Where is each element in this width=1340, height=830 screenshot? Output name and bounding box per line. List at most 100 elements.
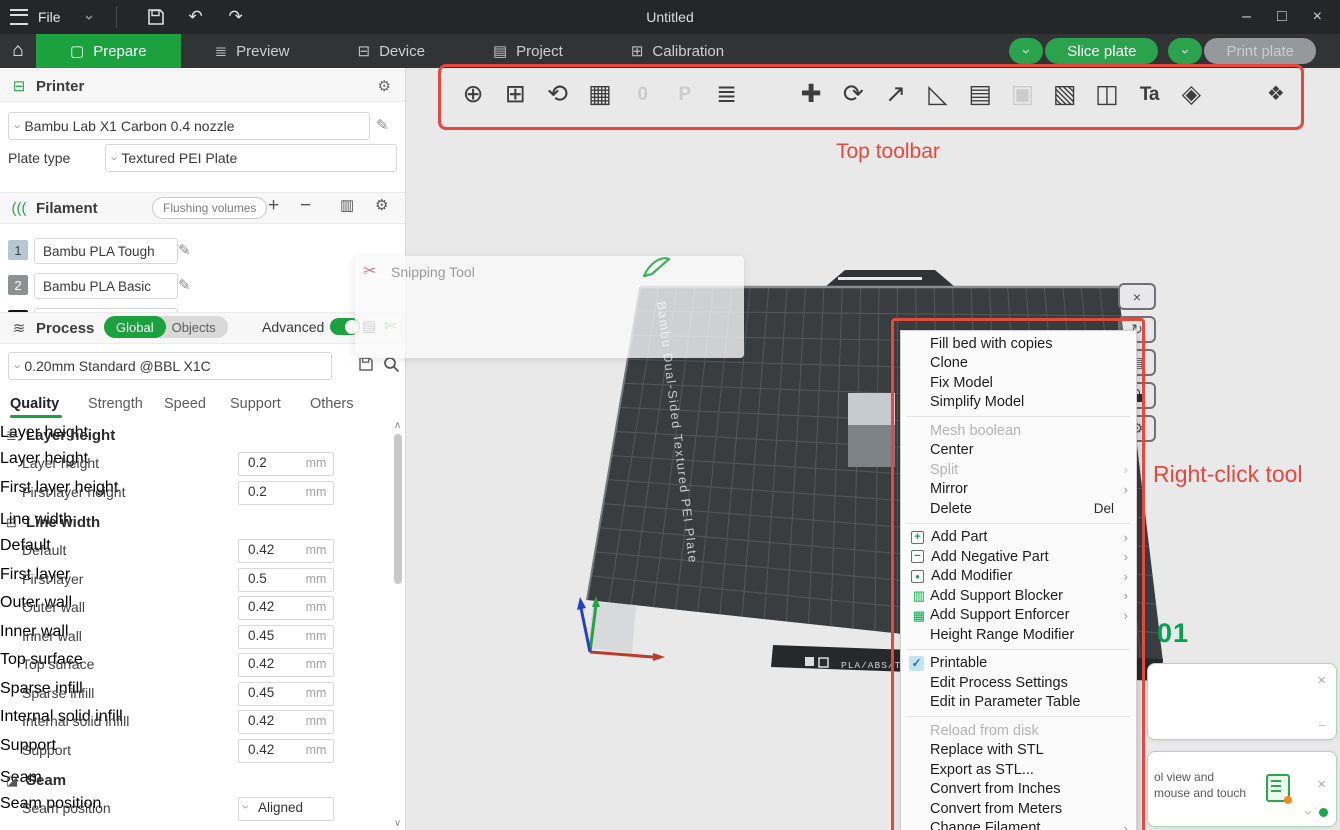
context-menu-item[interactable]: [901, 645, 1136, 654]
context-menu-item[interactable]: Delete Del: [901, 499, 1136, 519]
context-menu-item[interactable]: [901, 412, 1136, 421]
print-plate-button[interactable]: Print plate: [1204, 38, 1316, 64]
process-preset-select[interactable]: › 0.20mm Standard @BBL X1C: [8, 352, 332, 380]
tab-quality[interactable]: Quality: [10, 396, 59, 412]
sidebar-scrollbar[interactable]: ∧ ∨: [391, 420, 404, 830]
filament-number-badge[interactable]: 2: [8, 275, 28, 295]
submenu-chevron-icon: ›: [1124, 608, 1128, 623]
slice-options-icon[interactable]: ›: [1009, 38, 1043, 64]
param-value[interactable]: 0.45: [248, 685, 274, 700]
param-value[interactable]: 0.42: [248, 542, 274, 557]
plate-type-select[interactable]: › Textured PEI Plate: [105, 144, 397, 172]
context-menu-item[interactable]: ● Add Modifier ›: [901, 567, 1136, 587]
param-value[interactable]: Aligned: [258, 800, 303, 815]
toast-close-icon[interactable]: ×: [1317, 672, 1326, 689]
param-value[interactable]: 0.42: [248, 713, 274, 728]
context-menu-item[interactable]: Fill bed with copies: [901, 334, 1136, 354]
maximize-icon[interactable]: □: [1277, 8, 1287, 26]
context-menu-item[interactable]: Mesh boolean: [901, 421, 1136, 441]
model-cube-front[interactable]: [848, 425, 895, 467]
context-menu-item[interactable]: − Add Negative Part ›: [901, 547, 1136, 567]
context-menu-item[interactable]: ▥ Add Support Blocker ›: [901, 586, 1136, 606]
param-value[interactable]: 0.2: [248, 484, 267, 499]
context-menu-item[interactable]: + Add Part ›: [901, 528, 1136, 548]
clipboard-icon[interactable]: [1266, 774, 1290, 802]
filament-settings-gear-icon[interactable]: ⚙: [375, 196, 388, 214]
scope-objects[interactable]: Objects: [166, 320, 228, 335]
context-menu-item[interactable]: Split ›: [901, 460, 1136, 480]
print-options-icon[interactable]: ›: [1168, 38, 1202, 64]
ams-icon[interactable]: ▥: [340, 196, 354, 214]
redo-icon[interactable]: ↷: [221, 7, 251, 27]
scroll-up-icon[interactable]: ∧: [391, 420, 404, 431]
tab-calibration[interactable]: ⊞ Calibration: [597, 34, 758, 68]
context-menu-item[interactable]: Clone: [901, 354, 1136, 374]
process-scope-toggle[interactable]: Global Objects: [104, 316, 228, 338]
delete-plate-icon[interactable]: ×: [1118, 283, 1156, 310]
context-menu-item[interactable]: Edit in Parameter Table: [901, 693, 1136, 713]
param-value[interactable]: 0.5: [248, 571, 267, 586]
context-menu-item[interactable]: Convert from Inches: [901, 780, 1136, 800]
context-menu-item[interactable]: [901, 519, 1136, 528]
save-preset-icon[interactable]: [358, 356, 374, 372]
scope-global[interactable]: Global: [104, 316, 166, 338]
remove-filament-icon[interactable]: −: [300, 195, 311, 217]
search-preset-icon[interactable]: [383, 356, 400, 373]
context-menu-item[interactable]: Center: [901, 441, 1136, 461]
tab-strength[interactable]: Strength: [88, 396, 143, 412]
scrollbar-thumb[interactable]: [394, 434, 402, 584]
printer-settings-gear-icon[interactable]: ⚙: [378, 77, 391, 95]
menu-item-label: Printable: [930, 655, 1114, 671]
context-menu-item[interactable]: ✓ Printable: [901, 654, 1136, 674]
tab-preview[interactable]: ≣ Preview: [181, 34, 324, 68]
context-menu-item[interactable]: Fix Model: [901, 373, 1136, 393]
tab-support[interactable]: Support: [230, 396, 281, 412]
filament-number-badge[interactable]: 1: [8, 240, 28, 260]
context-menu-item[interactable]: Simplify Model: [901, 393, 1136, 413]
tab-others[interactable]: Others: [310, 396, 354, 412]
scroll-down-icon[interactable]: ∨: [391, 818, 404, 829]
file-menu[interactable]: File: [38, 9, 61, 25]
context-menu-item[interactable]: [901, 712, 1136, 721]
printer-select[interactable]: › Bambu Lab X1 Carbon 0.4 nozzle: [8, 112, 370, 140]
param-value[interactable]: 0.42: [248, 742, 274, 757]
param-value[interactable]: 0.42: [248, 599, 274, 614]
filament-edit-icon[interactable]: ✎: [178, 276, 191, 294]
menu-icon[interactable]: [10, 9, 28, 25]
chevron-down-icon[interactable]: ›: [82, 15, 97, 20]
save-icon[interactable]: [147, 8, 165, 26]
filament-edit-icon[interactable]: ✎: [178, 241, 191, 259]
model-cube-top[interactable]: [848, 393, 895, 425]
context-menu-item[interactable]: Height Range Modifier: [901, 625, 1136, 645]
home-icon[interactable]: ⌂: [0, 34, 36, 68]
flushing-volumes-button[interactable]: Flushing volumes: [152, 197, 267, 219]
param-value[interactable]: 0.42: [248, 656, 274, 671]
close-icon[interactable]: ×: [1313, 8, 1322, 26]
tab-prepare[interactable]: ▢ Prepare: [36, 34, 181, 68]
minimize-icon[interactable]: –: [1242, 8, 1251, 26]
tab-project[interactable]: ▤ Project: [459, 34, 597, 68]
tab-device[interactable]: ⊟ Device: [324, 34, 459, 68]
context-menu-item[interactable]: Mirror ›: [901, 480, 1136, 500]
filament-name-select[interactable]: Bambu PLA Basic: [34, 273, 178, 299]
context-menu-item[interactable]: Change Filament ›: [901, 819, 1136, 830]
toast-close-icon[interactable]: ×: [1317, 776, 1326, 793]
context-menu-item[interactable]: Export as STL...: [901, 760, 1136, 780]
param-value[interactable]: 0.2: [248, 455, 267, 470]
toast-collapse-icon[interactable]: −: [1318, 717, 1326, 733]
context-menu-item[interactable]: Reload from disk: [901, 721, 1136, 741]
bambu-studio-window: PLA/ABS/TPU/P Bambu Dual-Sided Textured …: [0, 0, 1340, 830]
filament-name-select[interactable]: Bambu PLA Tough: [34, 238, 178, 264]
context-menu-item[interactable]: Replace with STL: [901, 741, 1136, 761]
context-menu-item[interactable]: Edit Process Settings: [901, 673, 1136, 693]
printer-edit-icon[interactable]: ✎: [376, 116, 389, 134]
undo-icon[interactable]: ↶: [181, 7, 211, 27]
context-menu-item[interactable]: Convert from Meters: [901, 799, 1136, 819]
add-filament-icon[interactable]: +: [268, 195, 279, 217]
context-menu-item[interactable]: ▦ Add Support Enforcer ›: [901, 606, 1136, 626]
tab-speed[interactable]: Speed: [164, 396, 206, 412]
param-value[interactable]: 0.45: [248, 628, 274, 643]
slice-plate-button[interactable]: Slice plate: [1045, 38, 1158, 64]
toast-expand-icon[interactable]: ›: [1301, 810, 1316, 815]
param-label: First layer height: [22, 484, 125, 500]
